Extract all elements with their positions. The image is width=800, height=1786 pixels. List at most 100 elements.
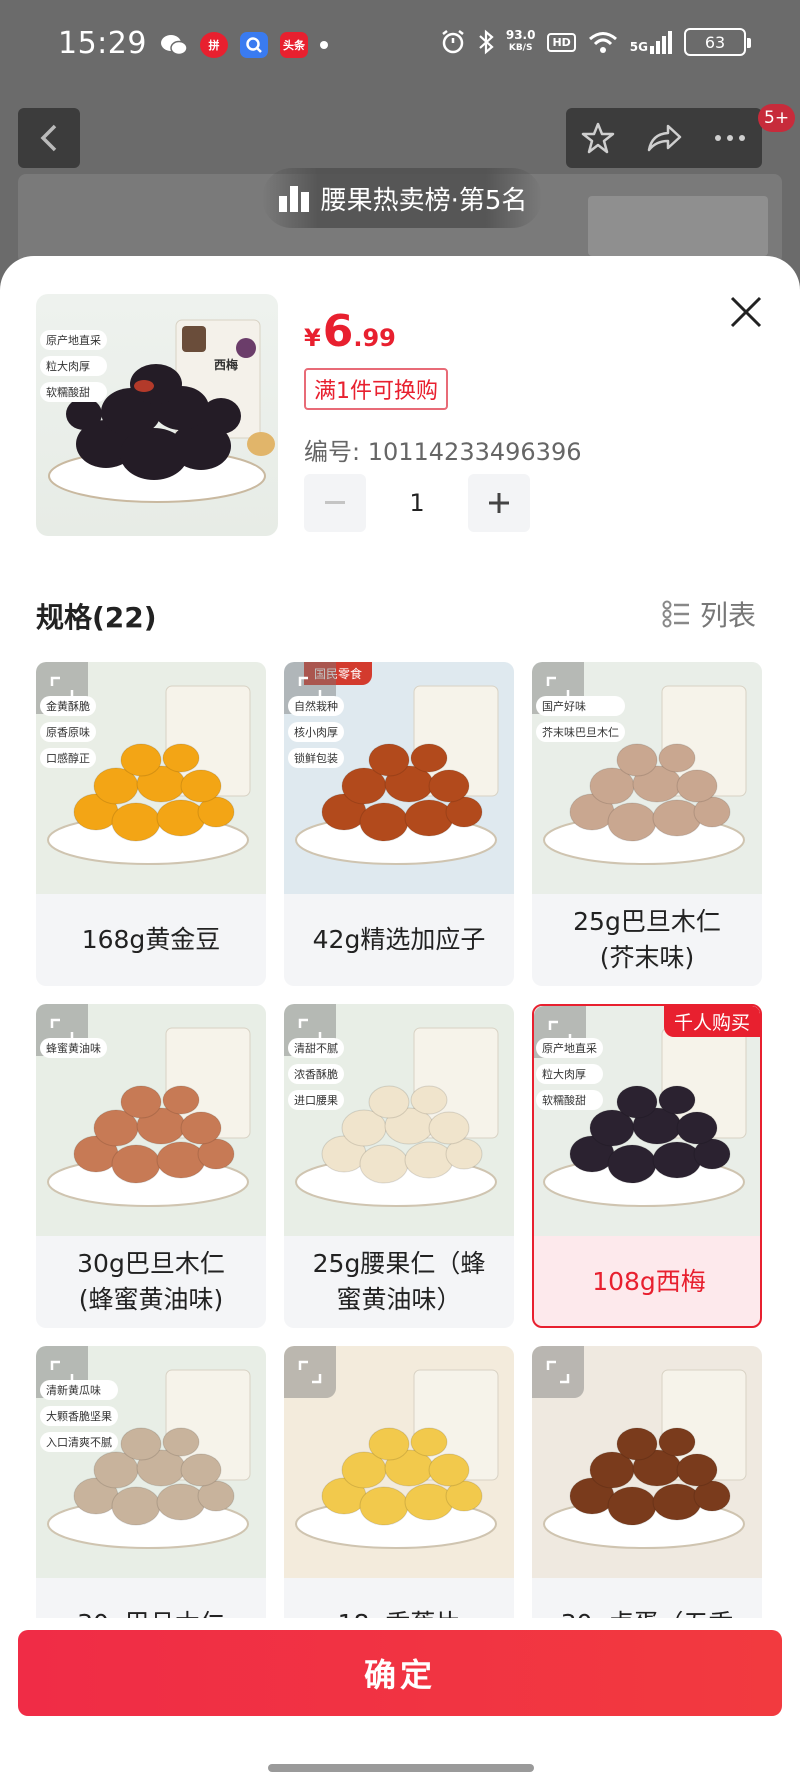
image-tag: 粒大肉厚 bbox=[40, 356, 107, 376]
message-badge: 5+ bbox=[758, 104, 796, 132]
price-decimal: .99 bbox=[353, 324, 396, 352]
spec-option-image: 清新黄瓜味大颗香脆坚果 入口清爽不腻 bbox=[36, 1346, 266, 1578]
spec-option-tags: 自然栽种 核小肉厚 锁鲜包装 bbox=[288, 696, 344, 768]
chevron-left-icon bbox=[40, 124, 57, 152]
spec-option-tag: 口感醇正 bbox=[40, 748, 96, 768]
spec-option-card[interactable]: 国产好味芥末味巴旦木仁 25g巴旦木仁 (芥末味) bbox=[532, 662, 762, 986]
spec-option-tag: 金黄酥脆 bbox=[40, 696, 96, 716]
spec-option-tags: 蜂蜜黄油味 bbox=[40, 1038, 107, 1058]
spec-option-tags: 清新黄瓜味大颗香脆坚果 入口清爽不腻 bbox=[40, 1380, 118, 1452]
spec-title: 规格(22) bbox=[36, 601, 157, 634]
confirm-button[interactable]: 确定 bbox=[18, 1630, 782, 1716]
more-notifications-icon bbox=[320, 41, 328, 49]
spec-option-label: 42g精选加应子 bbox=[312, 925, 486, 954]
product-brand-label: 西梅 bbox=[214, 358, 239, 372]
spec-option-label: 25g巴旦木仁 (芥末味) bbox=[573, 907, 721, 972]
spec-option-tag: 进口腰果 bbox=[288, 1090, 344, 1110]
spec-option-tag: 清新黄瓜味 bbox=[40, 1380, 118, 1400]
spec-option-tag: 浓香酥脆 bbox=[288, 1064, 344, 1084]
image-tag: 原产地直采 bbox=[40, 330, 107, 350]
spec-option-card[interactable]: 蜂蜜黄油味 30g巴旦木仁 (蜂蜜黄油味) bbox=[36, 1004, 266, 1328]
spec-option-tag: 入口清爽不腻 bbox=[40, 1432, 118, 1452]
spec-option-label: 30g巴旦木仁 bbox=[36, 1578, 266, 1618]
expand-image-button[interactable] bbox=[532, 1346, 584, 1398]
battery-indicator: 63 bbox=[684, 28, 751, 56]
spec-option-tag: 原产地直采 bbox=[536, 1038, 603, 1058]
app-toutiao-icon: 头条 bbox=[280, 32, 308, 58]
spec-option-card[interactable]: 原产地直采粒大肉厚软糯酸甜 千人购买 108g西梅 bbox=[532, 1004, 762, 1328]
spec-option-card[interactable]: 清新黄瓜味大颗香脆坚果入口清爽不腻 30g巴旦木仁 bbox=[36, 1346, 266, 1618]
spec-option-tag: 软糯酸甜 bbox=[536, 1090, 603, 1110]
quantity-stepper: 1 bbox=[304, 474, 530, 532]
price-currency: ¥ bbox=[304, 324, 321, 352]
spec-option-card[interactable]: 自然栽种 核小肉厚 锁鲜包装 国民零食 42g精选加应子 bbox=[284, 662, 514, 986]
list-view-toggle[interactable]: 列表 bbox=[662, 594, 756, 634]
bar-chart-icon bbox=[278, 186, 309, 212]
hd-badge: HD bbox=[547, 32, 576, 52]
spec-option-label: 30g卤蛋（五香 bbox=[532, 1578, 762, 1618]
share-icon[interactable] bbox=[646, 122, 682, 154]
product-image[interactable]: 原产地直采 粒大肉厚 软糯酸甜 西梅 bbox=[36, 294, 278, 536]
spec-option-tag: 国产好味 bbox=[536, 696, 625, 716]
spec-option-tags: 金黄酥脆原香原味口感醇正 bbox=[40, 696, 96, 768]
spec-option-tags: 清甜不腻浓香酥脆进口腰果 bbox=[288, 1038, 344, 1110]
spec-option-image: 金黄酥脆原香原味口感醇正 bbox=[36, 662, 266, 894]
net-speed: 93.0 KB/S bbox=[505, 28, 536, 54]
close-icon bbox=[730, 296, 762, 328]
promo-tag: 满1件可换购 bbox=[304, 368, 448, 410]
spec-option-tags: 原产地直采粒大肉厚软糯酸甜 bbox=[536, 1038, 603, 1110]
spec-option-label: 108g西梅 bbox=[592, 1267, 706, 1296]
rank-text: 腰果热卖榜·第5名 bbox=[320, 185, 528, 216]
spec-option-tags: 国产好味芥末味巴旦木仁 bbox=[536, 696, 625, 742]
list-toggle-label: 列表 bbox=[700, 599, 757, 632]
spec-option-label: 168g黄金豆 bbox=[81, 925, 221, 954]
back-button[interactable] bbox=[18, 108, 80, 168]
spec-option-tag: 大颗香脆坚果 bbox=[40, 1406, 118, 1426]
spec-option-image: 自然栽种 核小肉厚 锁鲜包装 国民零食 bbox=[284, 662, 514, 894]
hot-badge: 千人购买 bbox=[663, 1006, 760, 1037]
spec-option-image: 清甜不腻浓香酥脆进口腰果 bbox=[284, 1004, 514, 1236]
image-tag: 软糯酸甜 bbox=[40, 382, 107, 402]
increase-quantity-button[interactable] bbox=[468, 474, 530, 532]
spec-option-card[interactable]: 金黄酥脆原香原味口感醇正 168g黄金豆 bbox=[36, 662, 266, 986]
status-time: 15:29 bbox=[58, 26, 147, 61]
plus-icon bbox=[489, 493, 509, 513]
price-integer: 6 bbox=[322, 306, 354, 357]
spec-option-card[interactable]: 30g卤蛋（五香 bbox=[532, 1346, 762, 1618]
more-icon[interactable] bbox=[713, 133, 747, 143]
spec-option-tag: 锁鲜包装 bbox=[288, 748, 344, 768]
spec-option-tag: 芥末味巴旦木仁 bbox=[536, 722, 625, 742]
spec-option-image: 原产地直采粒大肉厚软糯酸甜 bbox=[534, 1006, 760, 1236]
spec-grid: 金黄酥脆原香原味口感醇正 168g黄金豆 自然栽种 核小肉厚 锁鲜包装 国民零食 42g精选… bbox=[36, 662, 764, 1618]
list-icon bbox=[662, 600, 689, 628]
quantity-value[interactable]: 1 bbox=[366, 489, 468, 517]
spec-option-image: 国产好味芥末味巴旦木仁 bbox=[532, 662, 762, 894]
expand-image-button[interactable] bbox=[284, 1346, 336, 1398]
product-image-tags: 原产地直采 粒大肉厚 软糯酸甜 bbox=[40, 330, 107, 402]
expand-icon bbox=[298, 1360, 322, 1384]
status-bar: 15:29 拼 头条 93.0 KB/S HD 5G 63 bbox=[0, 0, 800, 92]
rank-banner[interactable]: 腰果热卖榜·第5名 bbox=[262, 168, 542, 228]
star-icon[interactable] bbox=[581, 121, 615, 155]
decrease-quantity-button[interactable] bbox=[304, 474, 366, 532]
header-actions bbox=[566, 108, 762, 168]
spec-option-tag: 原香原味 bbox=[40, 722, 96, 742]
spec-option-tag: 清甜不腻 bbox=[288, 1038, 344, 1058]
expand-icon bbox=[546, 1360, 570, 1384]
price: ¥ 6 .99 bbox=[304, 306, 396, 357]
home-indicator bbox=[268, 1764, 534, 1772]
alarm-icon bbox=[442, 30, 464, 54]
background-thumbnail bbox=[588, 196, 768, 256]
close-button[interactable] bbox=[726, 292, 766, 332]
spec-option-label: 18g香蕉片 bbox=[284, 1578, 514, 1618]
spec-option-tag: 自然栽种 bbox=[288, 696, 344, 716]
status-indicators: 93.0 KB/S HD 5G 63 bbox=[440, 28, 751, 56]
signal-icon: 5G bbox=[630, 30, 672, 54]
wechat-icon bbox=[160, 32, 188, 58]
spec-option-image: 蜂蜜黄油味 bbox=[36, 1004, 266, 1236]
spec-option-card[interactable]: 18g香蕉片 bbox=[284, 1346, 514, 1618]
sku-number: 编号: 10114233496396 bbox=[304, 438, 582, 466]
spec-option-card[interactable]: 清甜不腻 浓香酥脆 进口腰果 25g腰果仁（蜂 蜜黄油味） bbox=[284, 1004, 514, 1328]
spec-option-tag: 粒大肉厚 bbox=[536, 1064, 603, 1084]
app-search-icon bbox=[240, 32, 268, 58]
